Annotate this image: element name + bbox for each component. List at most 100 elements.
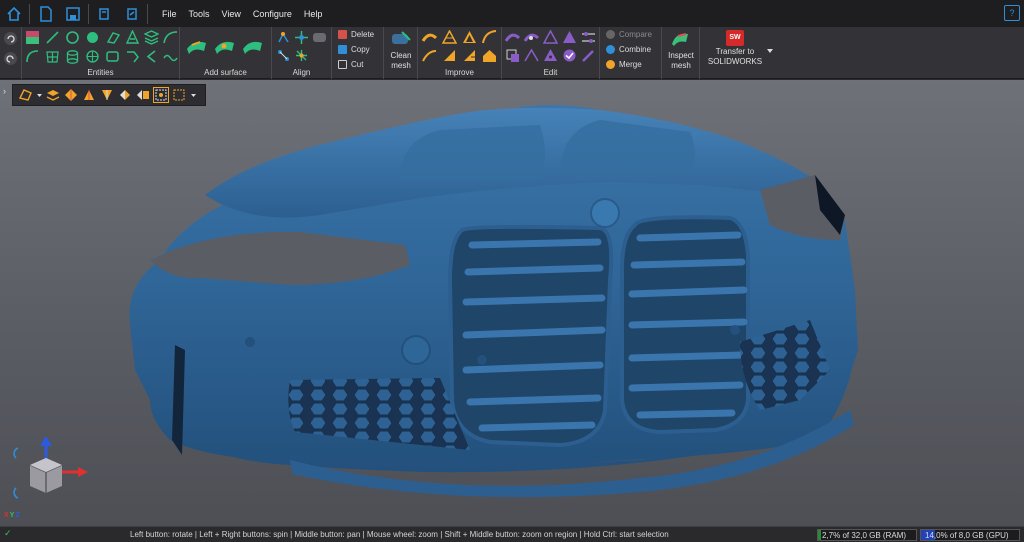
layers-icon[interactable] — [144, 30, 159, 45]
improve-label: Improve — [445, 68, 474, 77]
menu-view[interactable]: View — [216, 9, 247, 19]
ram-usage-meter: 2,7% of 32,0 GB (RAM) — [817, 529, 917, 541]
align-transform-icon[interactable] — [294, 48, 309, 63]
compare-button[interactable]: Compare — [606, 30, 652, 39]
globe-icon[interactable] — [85, 49, 100, 64]
new-file-button[interactable] — [32, 0, 59, 27]
menu-configure[interactable]: Configure — [247, 9, 298, 19]
align-mesh-icon[interactable] — [312, 30, 327, 45]
title-bar: File Tools View Configure Help ? — [0, 0, 1024, 27]
chevron-left-icon[interactable] — [144, 49, 159, 64]
status-check-icon: ✓ — [4, 528, 12, 538]
edit-mesh-icon[interactable] — [524, 30, 539, 45]
view-orientation-gizmo[interactable] — [6, 430, 92, 520]
sharpen-icon[interactable] — [462, 48, 477, 63]
cylinder-icon[interactable] — [65, 49, 80, 64]
menu-bar: File Tools View Configure Help — [156, 9, 328, 19]
delete-icon — [338, 30, 347, 39]
align-points-icon[interactable] — [276, 48, 291, 63]
polyline-icon[interactable] — [125, 49, 140, 64]
gpu-usage-text: 14,0% of 8,0 GB (GPU) — [925, 531, 1009, 540]
copy-icon — [338, 45, 347, 54]
slot-icon[interactable] — [105, 30, 120, 45]
home-button[interactable] — [0, 0, 27, 27]
edit-slider-icon[interactable] — [581, 30, 596, 45]
combine-icon — [606, 45, 615, 54]
badge-emblem — [590, 198, 620, 228]
improve-group: Improve — [418, 27, 502, 79]
compare-icon — [606, 30, 615, 39]
merge-button[interactable]: Merge — [606, 60, 642, 69]
curve-surface-icon[interactable] — [163, 30, 178, 45]
entities-label: Entities — [87, 68, 114, 77]
refine-icon[interactable] — [422, 48, 437, 63]
edit-pen-icon[interactable] — [581, 48, 596, 63]
surface-fit-icon[interactable] — [186, 37, 208, 55]
help-button[interactable]: ? — [1004, 5, 1020, 21]
edit-offset-icon[interactable] — [543, 48, 558, 63]
edit-brush-icon[interactable] — [505, 30, 520, 45]
circle-icon[interactable] — [65, 30, 80, 45]
mouse-hint-text: Left button: rotate | Left + Right butto… — [130, 530, 669, 539]
3d-viewport[interactable]: › XYZ — [0, 80, 1024, 526]
inspect-mesh-button[interactable]: Inspect mesh — [662, 27, 700, 71]
ribbon-toolbar: Entities Add surface Align Delete Copy C… — [0, 27, 1024, 79]
enhance-icon[interactable] — [442, 48, 457, 63]
menu-file[interactable]: File — [156, 9, 183, 19]
app-window: { "menu": { "items": ["File", "Tools", "… — [0, 0, 1024, 542]
undo-button[interactable] — [91, 0, 118, 27]
surface-patch-icon[interactable] — [214, 37, 236, 55]
surface-loft-icon[interactable] — [242, 37, 264, 55]
align-axis-icon[interactable] — [276, 30, 291, 45]
wave-icon[interactable] — [163, 49, 178, 64]
smooth-icon[interactable] — [422, 30, 437, 45]
edit-group: Edit — [502, 27, 600, 79]
mesh-grid-icon[interactable] — [45, 49, 60, 64]
ram-usage-text: 2,7% of 32,0 GB (RAM) — [822, 531, 907, 540]
cone-icon[interactable] — [125, 30, 140, 45]
divider — [29, 3, 30, 24]
edit-extend-icon[interactable] — [524, 48, 539, 63]
arc-icon[interactable] — [25, 49, 40, 64]
combine-button[interactable]: Combine — [606, 45, 651, 54]
transfer-group: SW Transfer to SOLIDWORKS — [700, 27, 780, 79]
chevron-down-icon[interactable] — [766, 47, 774, 55]
sphere-icon[interactable] — [85, 30, 100, 45]
gpu-usage-meter: 14,0% of 8,0 GB (GPU) — [920, 529, 1020, 541]
save-icon — [65, 6, 80, 21]
menu-tools[interactable]: Tools — [183, 9, 216, 19]
scanned-bumper-model[interactable] — [0, 80, 1024, 526]
grid-plane-icon[interactable] — [25, 30, 40, 45]
fill-hole-icon[interactable] — [482, 30, 497, 45]
remesh-icon[interactable] — [462, 30, 477, 45]
clean-mesh-button[interactable]: Clean mesh — [384, 27, 418, 71]
divider — [88, 3, 89, 24]
new-file-icon — [39, 5, 52, 22]
edit-select-icon[interactable] — [505, 48, 520, 63]
redo-circle-icon[interactable] — [3, 51, 18, 66]
inspect-group: Inspect mesh — [662, 27, 700, 79]
align-group: Align — [272, 27, 332, 79]
redo-icon — [126, 7, 137, 20]
delete-button[interactable]: Delete — [338, 30, 374, 39]
rectangle-icon[interactable] — [105, 49, 120, 64]
undo-circle-icon[interactable] — [3, 31, 18, 46]
entities-group: Entities — [22, 27, 180, 79]
line-icon[interactable] — [45, 30, 60, 45]
compare-group: Compare Combine Merge — [600, 27, 662, 79]
edit-check-icon[interactable] — [562, 48, 577, 63]
menu-help[interactable]: Help — [298, 9, 329, 19]
transfer-solidworks-button[interactable]: SW Transfer to SOLIDWORKS — [704, 27, 766, 67]
inspect-mesh-icon — [672, 33, 688, 46]
align-move-icon[interactable] — [294, 30, 309, 45]
save-button[interactable] — [59, 0, 86, 27]
edit-triangle-icon[interactable] — [543, 30, 558, 45]
undo-icon — [98, 7, 109, 20]
detail-icon[interactable] — [482, 48, 497, 63]
redo-button[interactable] — [118, 0, 145, 27]
edit-cut-icon[interactable] — [562, 30, 577, 45]
copy-button[interactable]: Copy — [338, 45, 370, 54]
cut-button[interactable]: Cut — [338, 60, 363, 69]
clipboard-group: Delete Copy Cut — [332, 27, 384, 79]
decimate-icon[interactable] — [442, 30, 457, 45]
